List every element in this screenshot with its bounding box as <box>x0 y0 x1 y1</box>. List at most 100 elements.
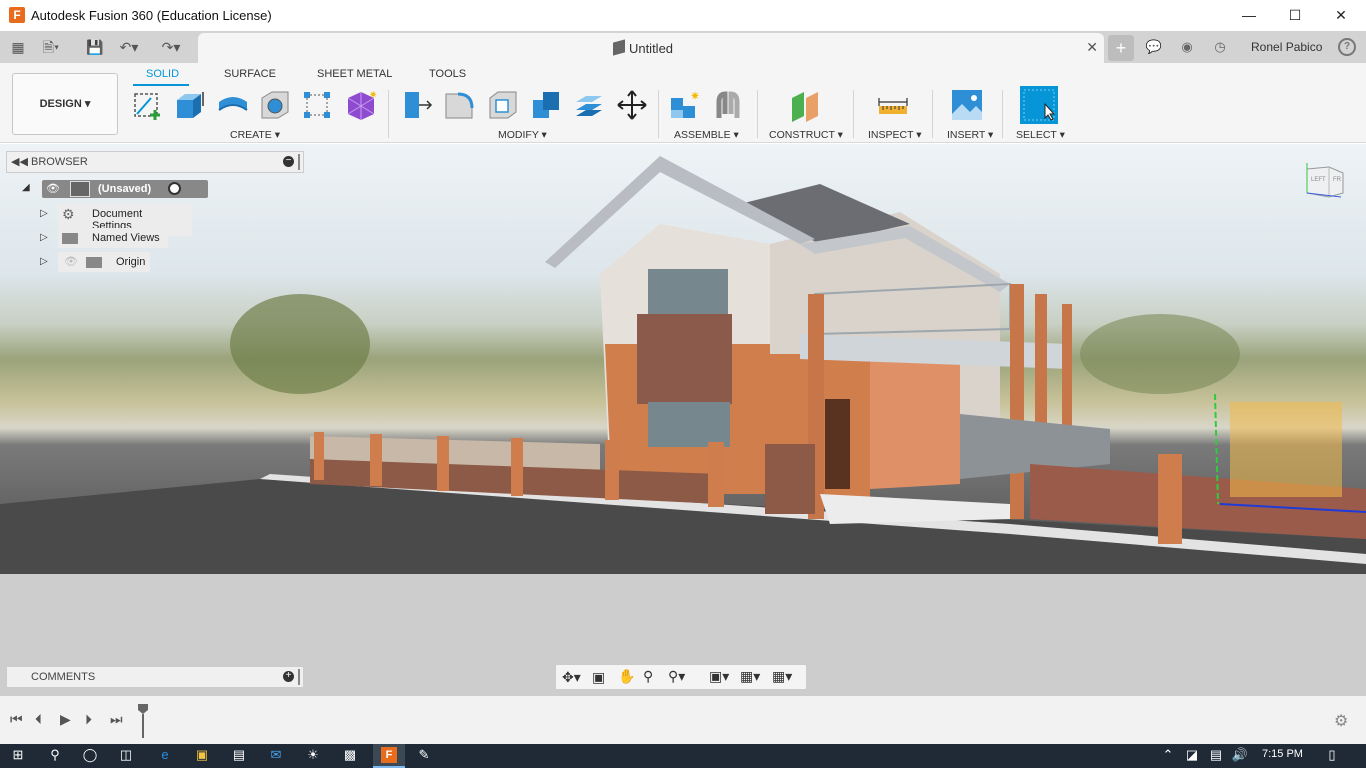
mail-icon[interactable]: ✉ <box>266 746 286 764</box>
system-clock[interactable]: 7:15 PM <box>1262 748 1303 760</box>
expand-root-icon[interactable]: ◢ <box>22 182 34 194</box>
expand-arrow-icon[interactable]: ▷ <box>40 256 52 268</box>
search-icon[interactable]: ⚲ <box>45 746 65 764</box>
minimize-panel-icon[interactable]: − <box>283 156 294 167</box>
zoom-icon[interactable]: ⚲ <box>643 668 653 685</box>
pattern-icon[interactable] <box>300 88 334 122</box>
assemble-group-label[interactable]: ASSEMBLE ▾ <box>674 129 739 141</box>
go-to-end-icon[interactable]: ⏭ <box>110 711 123 728</box>
user-name[interactable]: Ronel Pabico <box>1251 40 1322 54</box>
paint-app-icon[interactable]: ✎ <box>414 746 434 764</box>
store-icon[interactable]: ▤ <box>229 746 249 764</box>
tab-sheet-metal[interactable]: SHEET METAL <box>317 68 392 80</box>
pan-hand-icon[interactable]: ✋ <box>618 668 635 685</box>
save-icon[interactable]: 💾 <box>84 38 106 56</box>
combine-icon[interactable] <box>529 88 563 122</box>
svg-text:✷: ✷ <box>690 89 700 103</box>
browser-root-row[interactable]: ◢ 👁 (Unsaved) <box>20 180 208 201</box>
inspect-group-label[interactable]: INSPECT ▾ <box>868 129 922 141</box>
maximize-button[interactable]: ☐ <box>1272 0 1318 31</box>
view-cube[interactable]: LEFT FR <box>1305 163 1345 199</box>
viewports-icon[interactable]: ▦▾ <box>772 668 792 685</box>
measure-icon[interactable] <box>876 88 910 122</box>
shell-icon[interactable] <box>486 88 520 122</box>
hole-icon[interactable] <box>258 88 292 122</box>
canvas-viewport[interactable] <box>0 144 1366 696</box>
edge-browser-icon[interactable]: e <box>155 746 175 764</box>
construct-group-label[interactable]: CONSTRUCT ▾ <box>769 129 843 141</box>
fusion-taskbar-button[interactable]: F <box>373 744 405 768</box>
app-window-icon[interactable]: ▩ <box>340 746 360 764</box>
redo-icon[interactable]: ↷▾ <box>160 38 182 56</box>
grid-icon[interactable]: ▦▾ <box>740 668 760 685</box>
expand-arrow-icon[interactable]: ▷ <box>40 232 52 244</box>
activate-radio-icon[interactable] <box>168 182 181 195</box>
fillet-icon[interactable] <box>442 88 476 122</box>
workspace-switcher[interactable]: DESIGN ▾ <box>12 73 118 135</box>
file-menu-icon[interactable]: 🗎▾ <box>40 38 62 56</box>
tab-surface[interactable]: SURFACE <box>224 68 276 80</box>
extrude-icon[interactable] <box>173 88 207 122</box>
create-form-icon[interactable]: ✷ <box>344 88 378 122</box>
press-pull-icon[interactable] <box>399 88 433 122</box>
document-tab[interactable]: Untitled ✕ <box>198 33 1104 63</box>
orbit-icon[interactable]: ✥▾ <box>562 669 581 686</box>
view-cube-front-label: FR <box>1333 177 1341 183</box>
display-tray-icon[interactable]: ▤ <box>1206 746 1226 764</box>
windows-start-icon[interactable]: ⊞ <box>8 746 28 764</box>
minimize-button[interactable]: — <box>1226 0 1272 31</box>
tab-solid[interactable]: SOLID <box>146 68 179 80</box>
volume-icon[interactable]: 🔊 <box>1230 746 1250 764</box>
data-panel-grid-icon[interactable]: ▦ <box>7 38 29 56</box>
window-title: Autodesk Fusion 360 (Education License) <box>31 8 272 23</box>
new-component-icon[interactable]: ✷ <box>668 88 702 122</box>
timeline-settings-gear-icon[interactable]: ⚙ <box>1334 711 1348 731</box>
browser-panel-header[interactable]: ◀◀ BROWSER − <box>6 151 304 173</box>
step-back-icon[interactable]: ⏴ <box>35 711 42 728</box>
offset-face-icon[interactable] <box>572 88 606 122</box>
close-button[interactable]: ✕ <box>1318 0 1364 31</box>
task-view-icon[interactable]: ◫ <box>116 746 136 764</box>
close-tab-icon[interactable]: ✕ <box>1086 39 1098 56</box>
add-comment-icon[interactable]: + <box>283 671 294 682</box>
look-at-icon[interactable]: ▣ <box>592 669 605 686</box>
new-tab-button[interactable]: + <box>1108 35 1134 61</box>
help-icon[interactable]: ? <box>1338 38 1356 56</box>
panel-grip-icon[interactable] <box>298 669 300 685</box>
ribbon-divider <box>388 90 389 138</box>
visibility-eye-icon[interactable]: 👁 <box>46 182 60 195</box>
play-icon[interactable]: ▶ <box>60 711 71 728</box>
create-sketch-icon[interactable] <box>131 88 165 122</box>
app-icon[interactable]: ☀ <box>303 746 323 764</box>
show-hidden-icons-chevron-icon[interactable]: ⌃ <box>1158 746 1178 764</box>
collapse-browser-icon[interactable]: ◀◀ <box>11 155 28 168</box>
network-tray-icon[interactable]: ◪ <box>1182 746 1202 764</box>
file-explorer-icon[interactable]: ▣ <box>192 746 212 764</box>
create-group-label[interactable]: CREATE ▾ <box>230 129 280 141</box>
select-tool-button[interactable] <box>1020 86 1058 124</box>
comments-icon[interactable]: 💬 <box>1144 38 1164 56</box>
revolve-icon[interactable] <box>216 88 250 122</box>
insert-group-label[interactable]: INSERT ▾ <box>947 129 993 141</box>
tab-tools[interactable]: TOOLS <box>429 68 466 80</box>
visibility-off-icon[interactable]: 👁 <box>64 255 78 268</box>
offset-plane-icon[interactable] <box>788 88 822 122</box>
display-settings-icon[interactable]: ▣▾ <box>709 668 729 685</box>
cortana-icon[interactable]: ◯ <box>80 746 100 764</box>
move-copy-icon[interactable] <box>615 88 649 122</box>
notifications-icon[interactable]: ◷ <box>1210 38 1230 56</box>
joint-icon[interactable] <box>711 88 745 122</box>
fit-icon[interactable]: ⚲▾ <box>668 668 685 685</box>
job-status-icon[interactable]: ◉ <box>1177 38 1197 56</box>
insert-canvas-icon[interactable] <box>950 88 984 122</box>
select-group-label[interactable]: SELECT ▾ <box>1016 129 1065 141</box>
go-to-start-icon[interactable]: ⏮ <box>10 711 23 728</box>
panel-grip-icon[interactable] <box>298 154 300 170</box>
expand-arrow-icon[interactable]: ▷ <box>40 208 52 220</box>
undo-icon[interactable]: ↶▾ <box>118 38 140 56</box>
modify-group-label[interactable]: MODIFY ▾ <box>498 129 547 141</box>
timeline-marker[interactable] <box>138 704 148 738</box>
comments-panel-header[interactable]: COMMENTS + <box>6 666 304 688</box>
action-center-icon[interactable]: ▯ <box>1322 746 1342 764</box>
step-forward-icon[interactable]: ⏵ <box>85 711 92 728</box>
